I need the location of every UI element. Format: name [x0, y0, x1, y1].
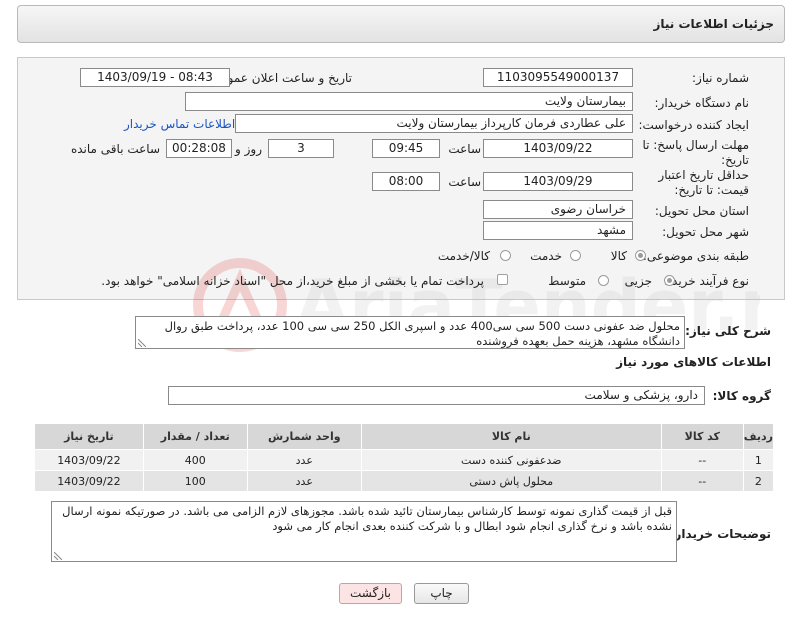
col-header-need-date: تاریخ نیاز	[34, 423, 144, 450]
table-header-row: ردیف کد کالا نام کالا واحد شمارش تعداد /…	[34, 423, 775, 450]
purchase-radio-medium[interactable]	[598, 275, 609, 286]
creator-field: علی عطاردی فرمان کارپرداز بیمارستان ولای…	[235, 114, 633, 133]
category-radio-service[interactable]	[570, 250, 581, 261]
cell-need-date: 1403/09/22	[34, 449, 144, 471]
cell-code: --	[660, 470, 744, 492]
general-desc-label: شرح کلی نیاز:	[685, 324, 771, 338]
buyer-notes-label: توضیحات خریدار:	[669, 527, 771, 541]
category-radio-goods-service[interactable]	[500, 250, 511, 261]
price-validity-label: حداقل تاریخ اعتبار قیمت: تا تاریخ:	[658, 168, 749, 197]
category-option-service: خدمت	[530, 249, 562, 263]
remaining-time-field: 00:28:08	[166, 139, 232, 158]
general-desc-field: محلول ضد عفونی دست 500 سی سی400 عدد و اس…	[135, 316, 685, 349]
category-label: طبقه بندی موضوعی:	[642, 249, 749, 263]
cell-need-date: 1403/09/22	[34, 470, 144, 492]
category-option-goods-service: کالا/خدمت	[437, 249, 490, 263]
creator-label: ایجاد کننده درخواست:	[638, 118, 749, 132]
col-header-name: نام کالا	[360, 423, 662, 450]
deadline-time-label: ساعت	[448, 142, 481, 156]
cell-name: محلول پاش دستی	[360, 470, 662, 492]
col-header-code: کد کالا	[660, 423, 744, 450]
goods-table: ردیف کد کالا نام کالا واحد شمارش تعداد /…	[34, 423, 775, 492]
purchase-type-label: نوع فرآیند خرید :	[664, 274, 749, 288]
goods-group-field: دارو، پزشکی و سلامت	[168, 386, 705, 405]
table-row[interactable]: 1 -- ضدعفونی کننده دست عدد 400 1403/09/2…	[34, 449, 775, 471]
city-label: شهر محل تحویل:	[662, 225, 749, 239]
cell-unit: عدد	[246, 449, 362, 471]
price-validity-time-label: ساعت	[448, 175, 481, 189]
province-label: استان محل تحویل:	[654, 204, 749, 218]
resize-handle-icon[interactable]	[138, 339, 146, 347]
col-header-quantity: تعداد / مقدار	[142, 423, 248, 450]
cell-name: ضدعفونی کننده دست	[360, 449, 662, 471]
price-validity-date-field: 1403/09/29	[483, 172, 633, 191]
purchase-option-medium: متوسط	[548, 274, 586, 288]
need-number-label: شماره نیاز:	[692, 71, 749, 85]
category-radio-goods[interactable]	[635, 250, 646, 261]
cell-row-number: 2	[742, 470, 775, 492]
treasury-payment-checkbox[interactable]	[497, 274, 508, 285]
col-header-row-number: ردیف	[742, 423, 775, 450]
cell-quantity: 400	[142, 449, 248, 471]
col-header-unit: واحد شمارش	[246, 423, 362, 450]
deadline-days-label: روز و	[235, 142, 262, 156]
table-row[interactable]: 2 -- محلول پاش دستی عدد 100 1403/09/22	[34, 470, 775, 492]
goods-group-label: گروه کالا:	[712, 389, 771, 403]
back-button[interactable]: بازگشت	[339, 583, 402, 604]
deadline-days-field: 3	[268, 139, 334, 158]
buyer-contact-link[interactable]: اطلاعات تماس خریدار	[124, 117, 235, 131]
page-header: جزئیات اطلاعات نیاز	[17, 5, 785, 43]
city-field: مشهد	[483, 221, 633, 240]
deadline-label: مهلت ارسال پاسخ: تا تاریخ:	[642, 138, 749, 167]
print-button[interactable]: چاپ	[414, 583, 469, 604]
goods-info-title: اطلاعات کالاهای مورد نیاز	[616, 355, 771, 369]
announce-date-field: 1403/09/19 - 08:43	[80, 68, 230, 87]
resize-handle-icon[interactable]	[54, 552, 62, 560]
deadline-time-field: 09:45	[372, 139, 440, 158]
buyer-org-field: بیمارستان ولایت	[185, 92, 633, 111]
cell-unit: عدد	[246, 470, 362, 492]
buyer-org-label: نام دستگاه خریدار:	[654, 96, 750, 110]
cell-code: --	[660, 449, 744, 471]
remaining-time-label: ساعت باقی مانده	[70, 142, 160, 156]
page-title: جزئیات اطلاعات نیاز	[653, 17, 774, 31]
cell-row-number: 1	[742, 449, 775, 471]
treasury-payment-note: پرداخت تمام یا بخشی از مبلغ خرید،از محل …	[101, 274, 484, 288]
province-field: خراسان رضوی	[483, 200, 633, 219]
cell-quantity: 100	[142, 470, 248, 492]
deadline-date-field: 1403/09/22	[483, 139, 633, 158]
general-desc-text: محلول ضد عفونی دست 500 سی سی400 عدد و اس…	[164, 319, 680, 348]
price-validity-time-field: 08:00	[372, 172, 440, 191]
category-option-goods: کالا	[610, 249, 627, 263]
purchase-radio-minor[interactable]	[664, 275, 675, 286]
buyer-notes-text: قبل از قیمت گذاری نمونه توسط کارشناس بیم…	[62, 504, 672, 533]
need-number-field: 1103095549000137	[483, 68, 633, 87]
buyer-notes-field: قبل از قیمت گذاری نمونه توسط کارشناس بیم…	[51, 501, 677, 562]
purchase-option-minor: جزیی	[624, 274, 652, 288]
